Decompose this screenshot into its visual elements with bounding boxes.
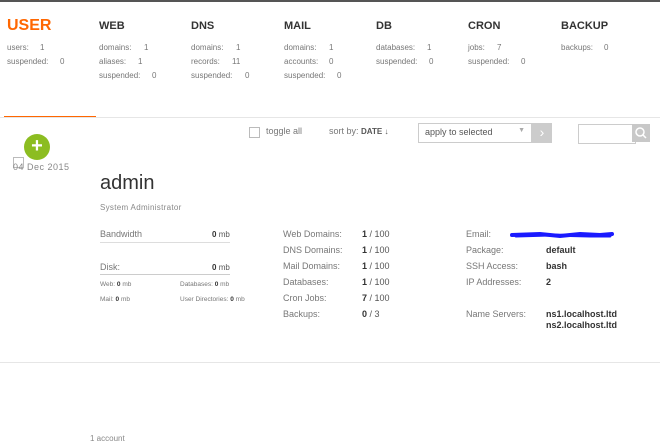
tab-backup-stat-backups: backups: 0 [561, 43, 609, 52]
tab-web-title: WEB [99, 20, 125, 32]
tab-db-stat-databases: databases: 1 [376, 43, 432, 52]
bandwidth-label: Bandwidth [100, 229, 143, 239]
disk-web: Web: 0 mb [100, 281, 132, 288]
sort-by-label: sort by: [329, 126, 359, 136]
tab-user[interactable]: USER users: 1 suspended: 0 [7, 2, 87, 118]
toolbar-divider [0, 117, 660, 118]
cron-jobs-value: 7 / 100 [362, 293, 390, 303]
tab-db-title: DB [376, 20, 392, 32]
apply-button[interactable]: › [532, 123, 552, 143]
package-value: default [546, 245, 576, 255]
tab-web[interactable]: WEB domains: 1 aliases: 1 suspended: 0 [99, 2, 184, 118]
package-label: Package: [466, 245, 504, 255]
backups-label: Backups: [283, 309, 321, 319]
bandwidth-bar [100, 242, 230, 243]
tab-dns-stat-suspended: suspended: 0 [191, 71, 250, 80]
search-button[interactable] [632, 124, 650, 142]
tab-mail[interactable]: MAIL domains: 1 accounts: 0 suspended: 0 [284, 2, 369, 118]
disk-label: Disk: [100, 262, 120, 272]
name-server-2: ns2.localhost.ltd [546, 320, 618, 330]
email-label: Email: [466, 229, 492, 239]
name-servers-label: Name Servers: [466, 309, 527, 319]
sort-by-control[interactable]: sort by: DATE ↓ [329, 126, 388, 136]
tab-cron[interactable]: CRON jobs: 7 suspended: 0 [468, 2, 553, 118]
tab-mail-stat-suspended: suspended: 0 [284, 71, 342, 80]
ip-addresses-label: IP Addresses: [466, 277, 522, 287]
bulk-action-select[interactable]: apply to selected ▼ [418, 123, 532, 143]
dns-domains-label: DNS Domains: [283, 245, 343, 255]
search-icon [635, 127, 647, 139]
databases-value: 1 / 100 [362, 277, 390, 287]
tab-cron-stat-suspended: suspended: 0 [468, 57, 526, 66]
bandwidth-value: 0 mb [212, 230, 230, 239]
sort-field[interactable]: DATE ↓ [361, 127, 388, 136]
list-divider [0, 362, 660, 363]
disk-databases: Databases: 0 mb [180, 281, 230, 288]
user-name[interactable]: admin [100, 172, 154, 195]
tab-user-stat-users: users: 1 [7, 43, 45, 52]
tab-dns-title: DNS [191, 20, 215, 32]
tab-web-stat-domains: domains: 1 [99, 43, 149, 52]
add-user-button[interactable]: + [24, 134, 50, 160]
backups-value: 0 / 3 [362, 309, 380, 319]
user-description: System Administrator [100, 203, 182, 212]
tab-user-stat-suspended: suspended: 0 [7, 57, 65, 66]
user-created-date: 04 Dec 2015 [13, 162, 70, 172]
tab-dns-stat-domains: domains: 1 [191, 43, 241, 52]
tab-db[interactable]: DB databases: 1 suspended: 0 [376, 2, 461, 118]
tab-mail-stat-domains: domains: 1 [284, 43, 334, 52]
ip-addresses-value: 2 [546, 277, 552, 287]
tab-backup-title: BACKUP [561, 20, 609, 32]
bulk-action-value: apply to selected [425, 127, 493, 137]
tab-db-stat-suspended: suspended: 0 [376, 57, 434, 66]
mail-domains-label: Mail Domains: [283, 261, 341, 271]
mail-domains-value: 1 / 100 [362, 261, 390, 271]
toggle-all-checkbox[interactable] [249, 127, 260, 138]
email-redaction [510, 231, 614, 239]
search-input[interactable] [578, 124, 636, 144]
disk-value: 0 mb [212, 263, 230, 272]
tab-user-title: USER [7, 17, 52, 34]
toggle-all-label[interactable]: toggle all [266, 126, 302, 136]
tab-backup[interactable]: BACKUP backups: 0 [561, 2, 651, 118]
web-domains-value: 1 / 100 [362, 229, 390, 239]
tab-web-stat-suspended: suspended: 0 [99, 71, 157, 80]
account-count: 1 account [90, 434, 125, 443]
disk-mail: Mail: 0 mb [100, 296, 131, 303]
name-server-1: ns1.localhost.ltd [546, 309, 618, 319]
section-tabs: USER users: 1 suspended: 0 WEB domains: 1 a… [0, 2, 660, 118]
tab-dns[interactable]: DNS domains: 1 records: 11 suspended: 0 [191, 2, 276, 118]
tab-dns-stat-records: records: 11 [191, 57, 241, 66]
tab-mail-stat-accounts: accounts: 0 [284, 57, 334, 66]
cron-jobs-label: Cron Jobs: [283, 293, 327, 303]
dns-domains-value: 1 / 100 [362, 245, 390, 255]
ssh-access-label: SSH Access: [466, 261, 519, 271]
disk-bar [100, 274, 230, 275]
tab-web-stat-aliases: aliases: 1 [99, 57, 143, 66]
ssh-access-value: bash [546, 261, 568, 271]
disk-user-directories: User Directories: 0 mb [180, 296, 245, 303]
tab-cron-title: CRON [468, 20, 501, 32]
web-domains-label: Web Domains: [283, 229, 342, 239]
chevron-down-icon: ▼ [518, 127, 525, 134]
databases-label: Databases: [283, 277, 329, 287]
tab-mail-title: MAIL [284, 20, 311, 32]
tab-cron-stat-jobs: jobs: 7 [468, 43, 502, 52]
